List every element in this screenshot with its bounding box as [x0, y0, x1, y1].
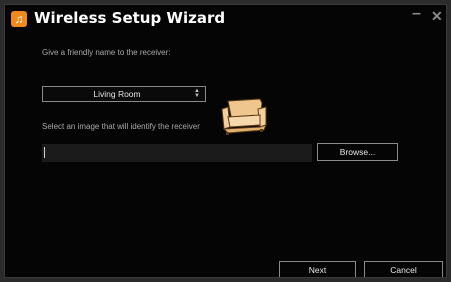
sofa-icon [221, 98, 267, 135]
browse-button[interactable]: Browse... [317, 143, 398, 161]
up-down-arrows-icon[interactable]: ▲ ▼ [193, 88, 201, 99]
image-prompt-label: Select an image that will identify the r… [42, 122, 200, 131]
receiver-name-value: Living Room [93, 89, 141, 99]
wizard-window: ♫ Wireless Setup Wizard – ✕ Give a frien… [4, 4, 447, 278]
window-title: Wireless Setup Wizard [34, 9, 226, 27]
title-bar[interactable]: ♫ Wireless Setup Wizard – ✕ [5, 5, 446, 33]
cancel-button[interactable]: Cancel [364, 261, 443, 277]
close-button[interactable]: ✕ [431, 8, 443, 25]
music-note-icon: ♫ [11, 11, 27, 27]
next-button[interactable]: Next [279, 261, 356, 277]
image-path-input[interactable] [42, 144, 312, 162]
name-prompt-label: Give a friendly name to the receiver: [42, 48, 171, 57]
minimize-button[interactable]: – [412, 5, 421, 23]
receiver-name-field[interactable]: Living Room ▲ ▼ [42, 86, 206, 102]
